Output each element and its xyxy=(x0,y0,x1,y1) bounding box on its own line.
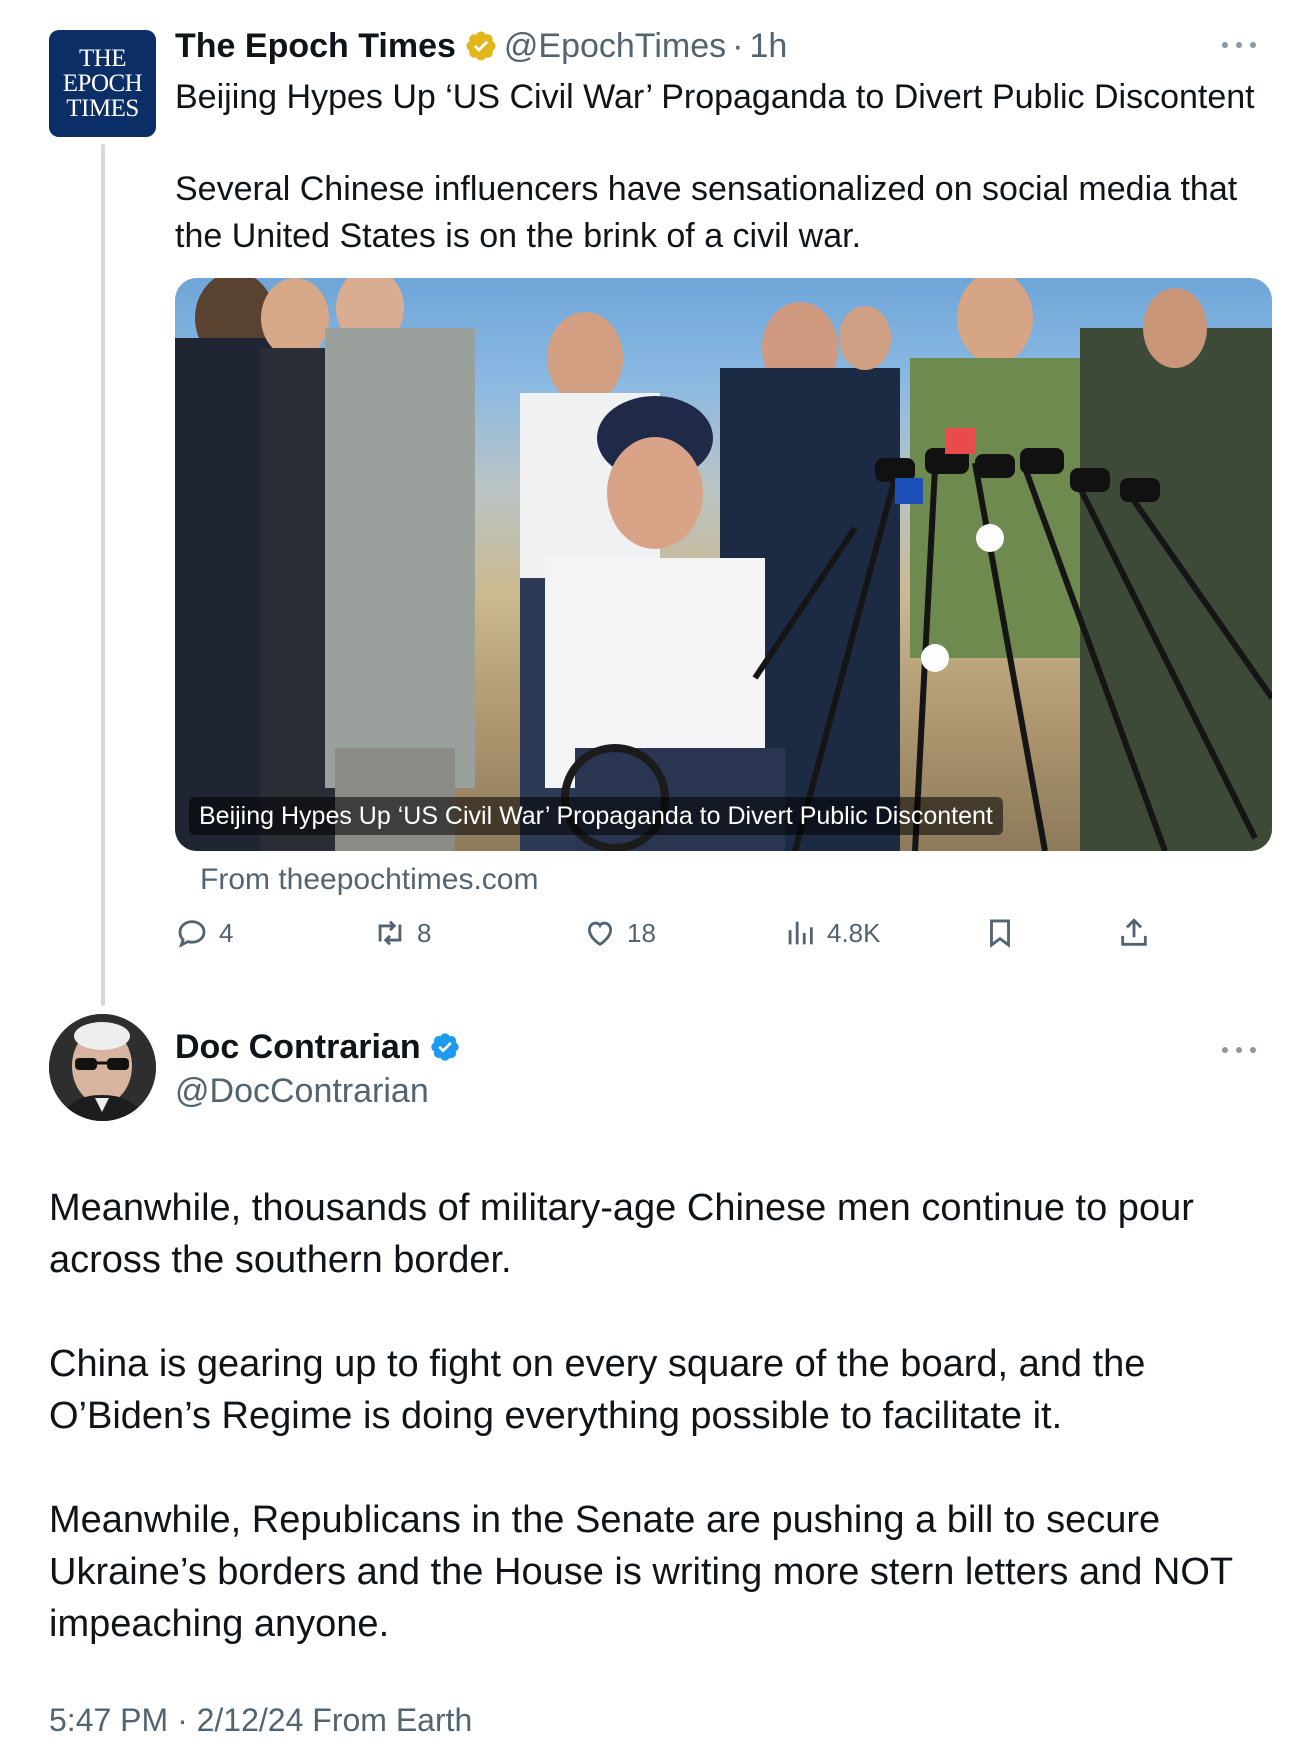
link-preview-card[interactable]: Beijing Hypes Up ‘US Civil War’ Propagan… xyxy=(175,278,1272,851)
avatar-text-line: THE xyxy=(78,45,127,72)
tweet-paragraph: Meanwhile, Republicans in the Senate are… xyxy=(49,1499,1233,1645)
share-icon xyxy=(1121,918,1147,946)
reply-icon xyxy=(178,920,206,948)
views-chart-icon xyxy=(788,921,813,945)
more-options-icon[interactable] xyxy=(1222,1045,1256,1055)
card-caption: Beijing Hypes Up ‘US Civil War’ Propagan… xyxy=(189,797,1003,835)
avatar-text-line: TIMES xyxy=(66,95,139,122)
tweet-paragraph: Meanwhile, thousands of military-age Chi… xyxy=(49,1187,1194,1281)
main-tweet-body: Meanwhile, thousands of military-age Chi… xyxy=(49,1182,1279,1702)
tweet-headline: Beijing Hypes Up ‘US Civil War’ Propagan… xyxy=(175,78,1255,116)
bookmark-icon xyxy=(990,919,1010,948)
more-options-icon[interactable] xyxy=(1222,40,1256,50)
share-button[interactable] xyxy=(1117,916,1161,950)
parent-tweet-header: The Epoch Times @EpochTimes · 1h xyxy=(175,26,787,66)
avatar-text-line: EPOCH xyxy=(62,70,143,97)
gold-check-badge-icon xyxy=(466,31,496,61)
reply-button[interactable]: 4 xyxy=(175,916,233,950)
tweet-actions-bar: 4 8 18 4.8K xyxy=(175,916,1175,956)
tweet-paragraph: China is gearing up to fight on every sq… xyxy=(49,1343,1146,1437)
like-count: 18 xyxy=(627,917,656,948)
like-button[interactable]: 18 xyxy=(583,916,656,950)
heart-icon xyxy=(587,921,613,946)
doc-contrarian-avatar[interactable] xyxy=(49,1014,156,1121)
tweet-timestamp[interactable]: 5:47 PM · 2/12/24 From Earth xyxy=(49,1700,472,1740)
card-source-link[interactable]: From theepochtimes.com xyxy=(200,862,538,898)
separator-dot: · xyxy=(732,27,744,65)
display-name[interactable]: Doc Contrarian xyxy=(175,1027,421,1067)
retweet-icon xyxy=(378,920,402,946)
tweet-time[interactable]: 1h xyxy=(749,26,787,66)
epoch-times-avatar[interactable]: THE EPOCH TIMES xyxy=(49,30,156,137)
blue-check-badge-icon xyxy=(430,1033,459,1061)
view-count: 4.8K xyxy=(827,917,881,948)
profile-photo xyxy=(49,1014,156,1121)
handle[interactable]: @DocContrarian xyxy=(175,1071,429,1111)
bookmark-button[interactable] xyxy=(983,916,1027,950)
display-name[interactable]: The Epoch Times xyxy=(175,26,456,66)
handle[interactable]: @EpochTimes xyxy=(504,26,726,66)
tweet-body: Several Chinese influencers have sensati… xyxy=(175,170,1238,255)
thread-connector-line xyxy=(101,144,105,1006)
reply-count: 4 xyxy=(219,917,234,948)
retweet-button[interactable]: 8 xyxy=(373,916,431,950)
views-button[interactable]: 4.8K xyxy=(783,916,881,950)
main-tweet-author: Doc Contrarian xyxy=(175,1027,461,1067)
retweet-count: 8 xyxy=(417,917,432,948)
press-conference-photo xyxy=(175,278,1272,851)
